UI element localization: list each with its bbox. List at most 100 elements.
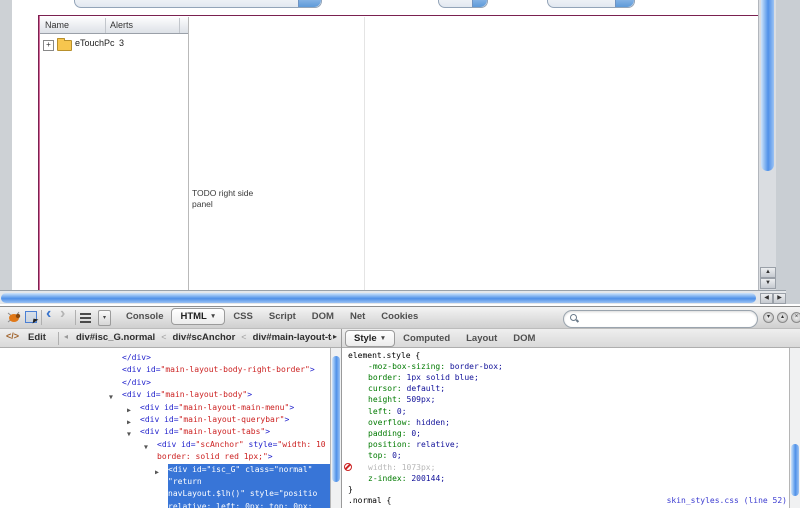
page-vertical-scrollbar[interactable]: ▲ ▼ — [758, 0, 776, 290]
column-divider[interactable] — [105, 18, 106, 33]
edit-button[interactable]: Edit — [28, 332, 46, 343]
html-tree-node[interactable]: ▼ <div id="main-layout-body"> — [0, 389, 330, 401]
html-panel-scrollbar-thumb[interactable] — [332, 356, 340, 482]
css-property-top[interactable]: top: 0; — [344, 450, 789, 461]
page-horizontal-scrollbar-thumb[interactable] — [1, 293, 756, 303]
html-tree-node[interactable]: border: solid red 1px;"> — [0, 451, 330, 463]
firebug-close-button[interactable]: × — [791, 312, 800, 323]
firebug-icon[interactable] — [6, 311, 21, 324]
tab-console[interactable]: Console — [118, 308, 171, 325]
html-tree-node[interactable]: </div> — [0, 377, 330, 389]
tab-css[interactable]: CSS — [225, 308, 261, 325]
tree-grid-header: Name Alerts — [40, 17, 189, 34]
firebug-window-buttons: ▾ ▴ × — [763, 312, 800, 323]
html-tree-node[interactable]: ▼ <div id="main-layout-tabs"> — [0, 426, 330, 438]
options-dropdown-icon[interactable]: ▾ — [98, 310, 111, 326]
panel-splitter[interactable] — [341, 329, 342, 508]
top-combo-field-3[interactable] — [547, 0, 635, 8]
html-tree-node[interactable]: ▼ <div id="scAnchor" style="width: 10 — [0, 439, 330, 451]
breadcrumb-separator: < — [241, 332, 247, 342]
page-horizontal-scrollbar[interactable]: ◀ ▶ — [0, 290, 786, 304]
css-rule-text[interactable]: } — [344, 484, 789, 495]
html-tree-node[interactable]: ▶ <div id="main-layout-main-menu"> — [0, 402, 330, 414]
html-tree-node-selected[interactable]: relative; left: 0px; top: 0px; — [0, 500, 330, 508]
folder-icon — [57, 38, 72, 51]
style-panel-scrollbar[interactable] — [789, 348, 800, 508]
style-panel-scrollbar-thumb[interactable] — [791, 444, 799, 496]
html-tree-node[interactable]: ▶ <div id="main-layout-querybar"> — [0, 414, 330, 426]
firebug-minimize-button[interactable]: ▾ — [763, 312, 774, 323]
scroll-down-arrow-icon[interactable]: ▼ — [760, 278, 776, 289]
tab-dom[interactable]: DOM — [304, 308, 342, 325]
css-property-position[interactable]: position: relative; — [344, 439, 789, 450]
tab-cookies[interactable]: Cookies — [373, 308, 426, 325]
firebug-detach-button[interactable]: ▴ — [777, 312, 788, 323]
page-vertical-scrollbar-thumb[interactable] — [761, 0, 774, 171]
column-header-alerts[interactable]: Alerts — [105, 17, 179, 33]
disabled-property-icon[interactable] — [344, 462, 352, 471]
html-tree-node[interactable]: </div> — [0, 352, 330, 364]
breadcrumb-separator: < — [161, 332, 167, 342]
scroll-left-arrow-icon[interactable]: ◀ — [760, 293, 773, 304]
search-icon — [570, 314, 577, 321]
column-header-name[interactable]: Name — [40, 17, 105, 33]
top-combo-field-1[interactable] — [74, 0, 322, 8]
expand-plus-icon[interactable]: + — [43, 40, 54, 51]
back-arrow-icon[interactable]: ‹ — [46, 305, 51, 323]
css-property-padding[interactable]: padding: 0; — [344, 428, 789, 439]
combo-dropdown-button-icon[interactable] — [472, 0, 487, 7]
pane-splitter[interactable] — [188, 17, 189, 290]
combo-dropdown-button-icon[interactable] — [615, 0, 634, 7]
scroll-right-arrow-icon[interactable]: ▶ — [773, 293, 786, 304]
html-tree-node-selected[interactable]: navLayout.$lh()" style="positio — [0, 488, 330, 501]
stylesheet-link[interactable]: skin_styles.css (line 52) — [667, 495, 787, 506]
css-property-z-index[interactable]: z-index: 200144; — [344, 473, 789, 484]
window-right-gutter — [776, 0, 800, 304]
tab-html[interactable]: HTML ▼ — [171, 308, 226, 325]
forward-arrow-icon[interactable]: › — [60, 305, 65, 323]
side-tab-computed[interactable]: Computed — [395, 330, 458, 347]
css-rule-text[interactable]: element.style { — [344, 350, 789, 361]
angle-brackets-icon: </> — [6, 331, 20, 341]
toolbar-separator — [75, 310, 76, 325]
screen: Name Alerts + eTouchPc 3 TODO right side… — [0, 0, 800, 508]
top-combo-field-2[interactable] — [438, 0, 488, 8]
css-property-width[interactable]: width: 1073px; — [344, 462, 789, 473]
html-tree-node[interactable]: <div id="main-layout-body-right-border"> — [0, 364, 330, 376]
todo-note: TODO right side panel — [192, 188, 254, 209]
firebug-menu-icon[interactable] — [80, 313, 91, 325]
breadcrumb-item[interactable]: div#scAnchor — [172, 332, 235, 343]
chevron-down-icon: ▼ — [209, 313, 217, 320]
html-tree-node-selected[interactable]: ▶ <div id="isc_G" class="normal" — [0, 463, 330, 476]
inspect-element-icon[interactable] — [25, 311, 37, 323]
breadcrumb-item[interactable]: div#main-layout-ta — [253, 332, 332, 343]
search-input[interactable] — [584, 312, 753, 326]
toolbar-separator — [41, 310, 42, 325]
side-tab-style[interactable]: Style ▼ — [345, 330, 396, 347]
firebug-search[interactable] — [563, 310, 758, 328]
column-divider[interactable] — [179, 18, 180, 33]
html-panel-scrollbar[interactable] — [330, 348, 341, 508]
breadcrumb-scroll-left-icon[interactable]: ◂ — [64, 332, 68, 341]
breadcrumb-scroll-right-icon[interactable]: ▸ — [333, 332, 337, 341]
html-tree-node-selected[interactable]: "return — [0, 476, 330, 489]
window-left-gutter — [0, 0, 12, 290]
css-property-cursor[interactable]: cursor: default; — [344, 383, 789, 394]
tab-net[interactable]: Net — [342, 308, 373, 325]
css-property--moz-box-sizing[interactable]: -moz-box-sizing: border-box; — [344, 361, 789, 372]
page-main-panel: Name Alerts + eTouchPc 3 TODO right side… — [38, 15, 759, 292]
scroll-up-arrow-icon[interactable]: ▲ — [760, 267, 776, 278]
css-property-left[interactable]: left: 0; — [344, 406, 789, 417]
side-tab-dom[interactable]: DOM — [505, 330, 543, 347]
breadcrumb: div#isc_G.normal < div#scAnchor < div#main-l… — [76, 332, 332, 343]
chevron-down-icon: ▼ — [379, 335, 387, 342]
tab-script[interactable]: Script — [261, 308, 304, 325]
breadcrumb-item[interactable]: div#isc_G.normal — [76, 332, 155, 343]
css-property-overflow[interactable]: overflow: hidden; — [344, 417, 789, 428]
tree-node-label[interactable]: eTouchPc — [75, 38, 115, 48]
css-property-border[interactable]: border: 1px solid blue; — [344, 372, 789, 383]
css-property-height[interactable]: height: 509px; — [344, 394, 789, 405]
side-tab-layout[interactable]: Layout — [458, 330, 505, 347]
css-rule-text[interactable]: .normal {skin_styles.css (line 52) — [344, 495, 789, 506]
combo-dropdown-button-icon[interactable] — [298, 0, 321, 7]
